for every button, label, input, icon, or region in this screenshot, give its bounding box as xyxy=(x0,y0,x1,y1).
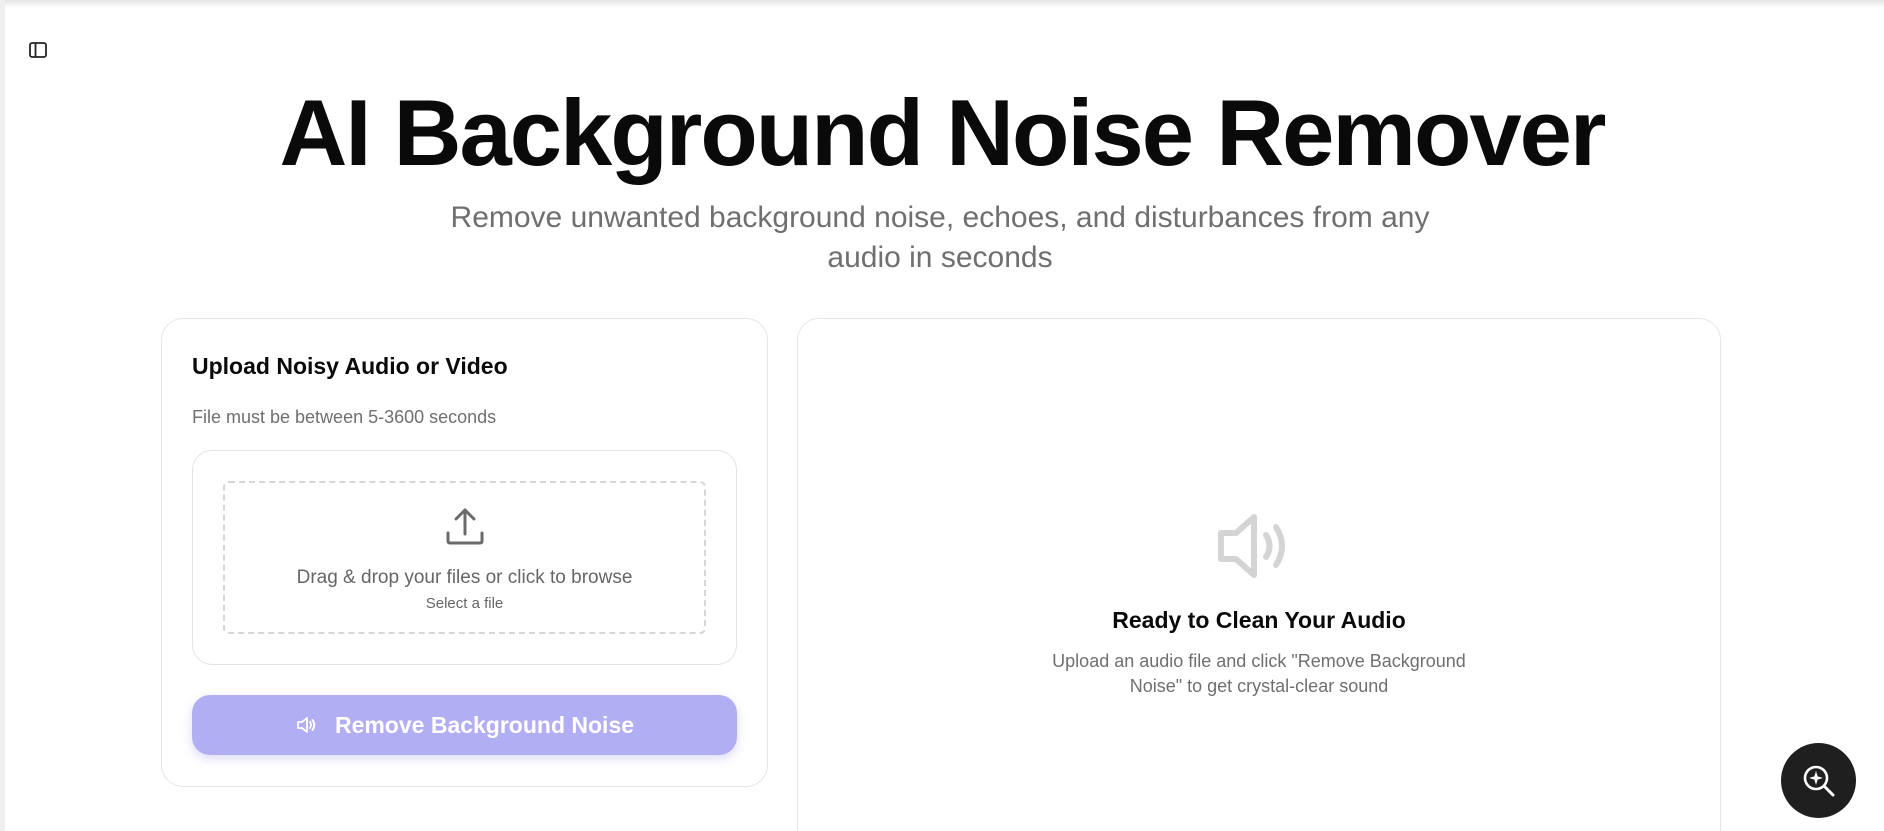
sidebar-toggle-button[interactable] xyxy=(26,38,50,62)
remove-button-label: Remove Background Noise xyxy=(334,711,635,738)
top-bar-shadow xyxy=(0,0,1884,8)
sidebar-panel-icon xyxy=(29,42,47,58)
file-duration-note: File must be between 5-3600 seconds xyxy=(192,407,497,427)
page-subtitle: Remove unwanted background noise, echoes… xyxy=(450,201,1430,274)
dropzone-container: Drag & drop your files or click to brows… xyxy=(192,450,737,665)
ready-description: Upload an audio file and click "Remove B… xyxy=(1052,651,1466,696)
upload-card-title: Upload Noisy Audio or Video xyxy=(192,353,508,379)
select-file-link[interactable]: Select a file xyxy=(225,595,704,612)
page-title: AI Background Noise Remover xyxy=(279,80,1606,185)
file-dropzone[interactable]: Drag & drop your files or click to brows… xyxy=(223,481,706,634)
search-sparkle-icon xyxy=(1803,765,1834,796)
floating-search-button[interactable] xyxy=(1781,743,1856,818)
speaker-volume-icon xyxy=(1218,514,1285,578)
page: AI Background Noise Remover Remove unwan… xyxy=(0,0,1884,831)
upload-icon xyxy=(446,508,484,545)
ready-title: Ready to Clean Your Audio xyxy=(1112,607,1406,633)
upload-card: Upload Noisy Audio or Video File must be… xyxy=(161,318,768,787)
speaker-icon xyxy=(297,717,316,733)
remove-background-noise-button[interactable]: Remove Background Noise xyxy=(192,695,737,755)
dropzone-text: Drag & drop your files or click to brows… xyxy=(296,567,633,588)
result-card: Ready to Clean Your Audio Upload an audi… xyxy=(797,318,1721,831)
